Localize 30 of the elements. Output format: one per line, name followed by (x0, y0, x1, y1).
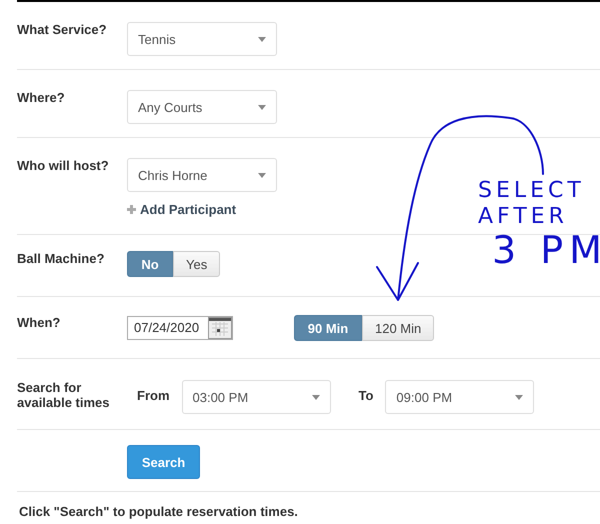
caret-icon (312, 394, 320, 400)
caret-icon (515, 394, 524, 400)
handwritten-note: 3 PM (492, 230, 600, 270)
toggle-option[interactable]: No (127, 251, 173, 277)
add-participant-link[interactable]: Add Participant (127, 202, 236, 217)
field-label: What Service? (17, 22, 108, 37)
field-label: Search for available times (17, 380, 110, 410)
field-label: Where? (17, 90, 66, 105)
date-field[interactable]: 07/24/2020 (127, 316, 233, 340)
caret-icon (258, 172, 266, 178)
from-label: From (137, 387, 170, 403)
handwritten-note: AFTER (478, 204, 568, 230)
dropdown[interactable]: Chris Horne (127, 158, 277, 192)
hint-text: Click "Search" to populate reservation times. (18, 503, 299, 519)
time-dropdown[interactable]: 03:00 PM (182, 380, 330, 414)
caret-icon (258, 104, 266, 110)
toggle-option[interactable]: Yes (173, 251, 220, 277)
toggle-option[interactable]: 90 Min (294, 315, 362, 341)
calendar-icon (208, 317, 232, 339)
time-dropdown[interactable]: 09:00 PM (385, 380, 534, 414)
dropdown[interactable]: Any Courts (127, 90, 277, 124)
handwritten-note: SELECT (478, 178, 585, 204)
caret-icon (258, 36, 266, 42)
plus-icon (127, 205, 136, 214)
field-label: Ball Machine? (17, 251, 106, 266)
field-label: When? (17, 315, 62, 330)
field-label: Who will host? (17, 158, 110, 173)
toggle-option[interactable]: 120 Min (362, 315, 434, 341)
to-label: To (358, 387, 374, 403)
dropdown[interactable]: Tennis (127, 22, 277, 56)
